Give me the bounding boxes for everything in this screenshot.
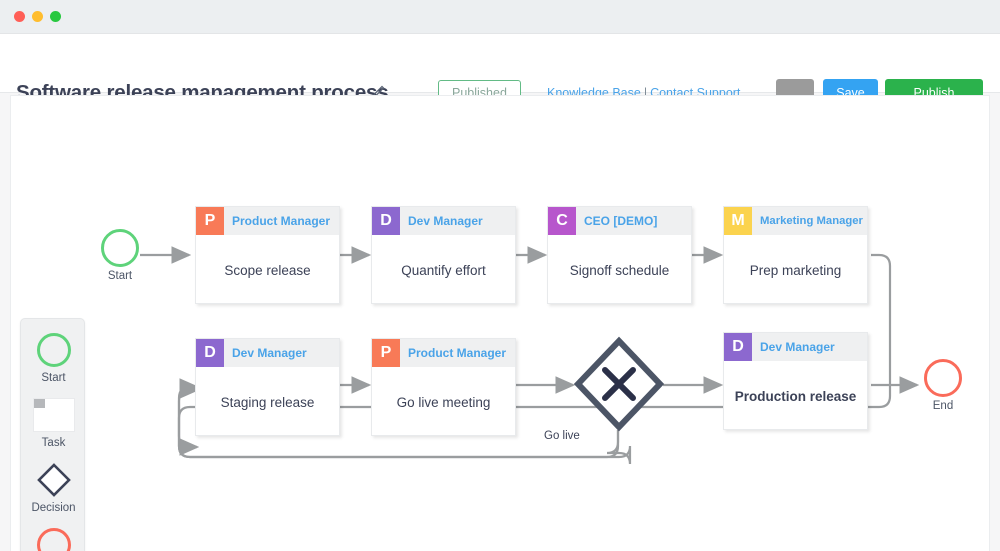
role-badge: P [372, 339, 400, 367]
node-start-label: Start [90, 270, 150, 282]
task-name: Go live meeting [372, 367, 515, 437]
palette-item-end[interactable]: End [21, 524, 86, 551]
palette-label-task: Task [21, 437, 86, 449]
start-circle-icon [21, 329, 86, 371]
role-badge: P [196, 207, 224, 235]
task-card[interactable]: D Dev Manager Quantify effort [371, 206, 516, 304]
close-window-icon[interactable] [14, 11, 25, 22]
task-card-header: C CEO [DEMO] [548, 207, 691, 235]
task-card-header: D Dev Manager [196, 339, 339, 367]
role-name: Dev Manager [224, 339, 339, 367]
window-traffic-lights [14, 11, 61, 22]
task-name: Quantify effort [372, 235, 515, 305]
role-badge: D [372, 207, 400, 235]
palette-item-decision[interactable]: Decision [21, 459, 86, 514]
task-name: Scope release [196, 235, 339, 305]
task-name: Prep marketing [724, 235, 867, 305]
task-card-header: P Product Manager [372, 339, 515, 367]
role-badge: D [196, 339, 224, 367]
task-card-header: P Product Manager [196, 207, 339, 235]
palette-label-decision: Decision [21, 502, 86, 514]
minimize-window-icon[interactable] [32, 11, 43, 22]
node-end[interactable]: End [913, 359, 973, 412]
task-name: Production release [724, 361, 867, 431]
task-card-header: D Dev Manager [724, 333, 867, 361]
palette-item-start[interactable]: Start [21, 329, 86, 384]
end-circle-icon [924, 359, 962, 397]
task-card[interactable]: D Dev Manager Staging release [195, 338, 340, 436]
diagram-canvas[interactable]: Start Task Decision End Sta [10, 95, 990, 551]
role-name: Dev Manager [752, 333, 867, 361]
node-start[interactable]: Start [90, 229, 150, 282]
task-name: Signoff schedule [548, 235, 691, 305]
task-card[interactable]: D Dev Manager Production release [723, 332, 868, 430]
task-card[interactable]: P Product Manager Scope release [195, 206, 340, 304]
task-card[interactable]: C CEO [DEMO] Signoff schedule [547, 206, 692, 304]
shape-palette[interactable]: Start Task Decision End [20, 318, 85, 551]
app-window: Software release management process Publ… [0, 0, 1000, 551]
decision-diamond-icon [21, 459, 86, 501]
end-circle-icon [21, 524, 86, 551]
connector-layer [11, 96, 990, 551]
role-badge: D [724, 333, 752, 361]
gateway-decision[interactable] [573, 336, 665, 432]
role-name: Marketing Manager [752, 207, 867, 235]
role-name: CEO [DEMO] [576, 207, 691, 235]
exclusive-gateway-x-icon [573, 336, 665, 432]
role-name: Dev Manager [400, 207, 515, 235]
window-titlebar [0, 0, 1000, 34]
palette-item-task[interactable]: Task [21, 394, 86, 449]
task-card-header: D Dev Manager [372, 207, 515, 235]
task-card[interactable]: P Product Manager Go live meeting [371, 338, 516, 436]
palette-label-start: Start [21, 372, 86, 384]
edge-label-go-live: Go live [544, 430, 580, 442]
role-name: Product Manager [224, 207, 339, 235]
role-badge: M [724, 207, 752, 235]
start-circle-icon [101, 229, 139, 267]
app-header: Software release management process Publ… [0, 34, 1000, 93]
task-card-header: M Marketing Manager [724, 207, 867, 235]
role-name: Product Manager [400, 339, 515, 367]
task-name: Staging release [196, 367, 339, 437]
role-badge: C [548, 207, 576, 235]
maximize-window-icon[interactable] [50, 11, 61, 22]
task-rect-icon [21, 394, 86, 436]
task-card[interactable]: M Marketing Manager Prep marketing [723, 206, 868, 304]
node-end-label: End [913, 400, 973, 412]
